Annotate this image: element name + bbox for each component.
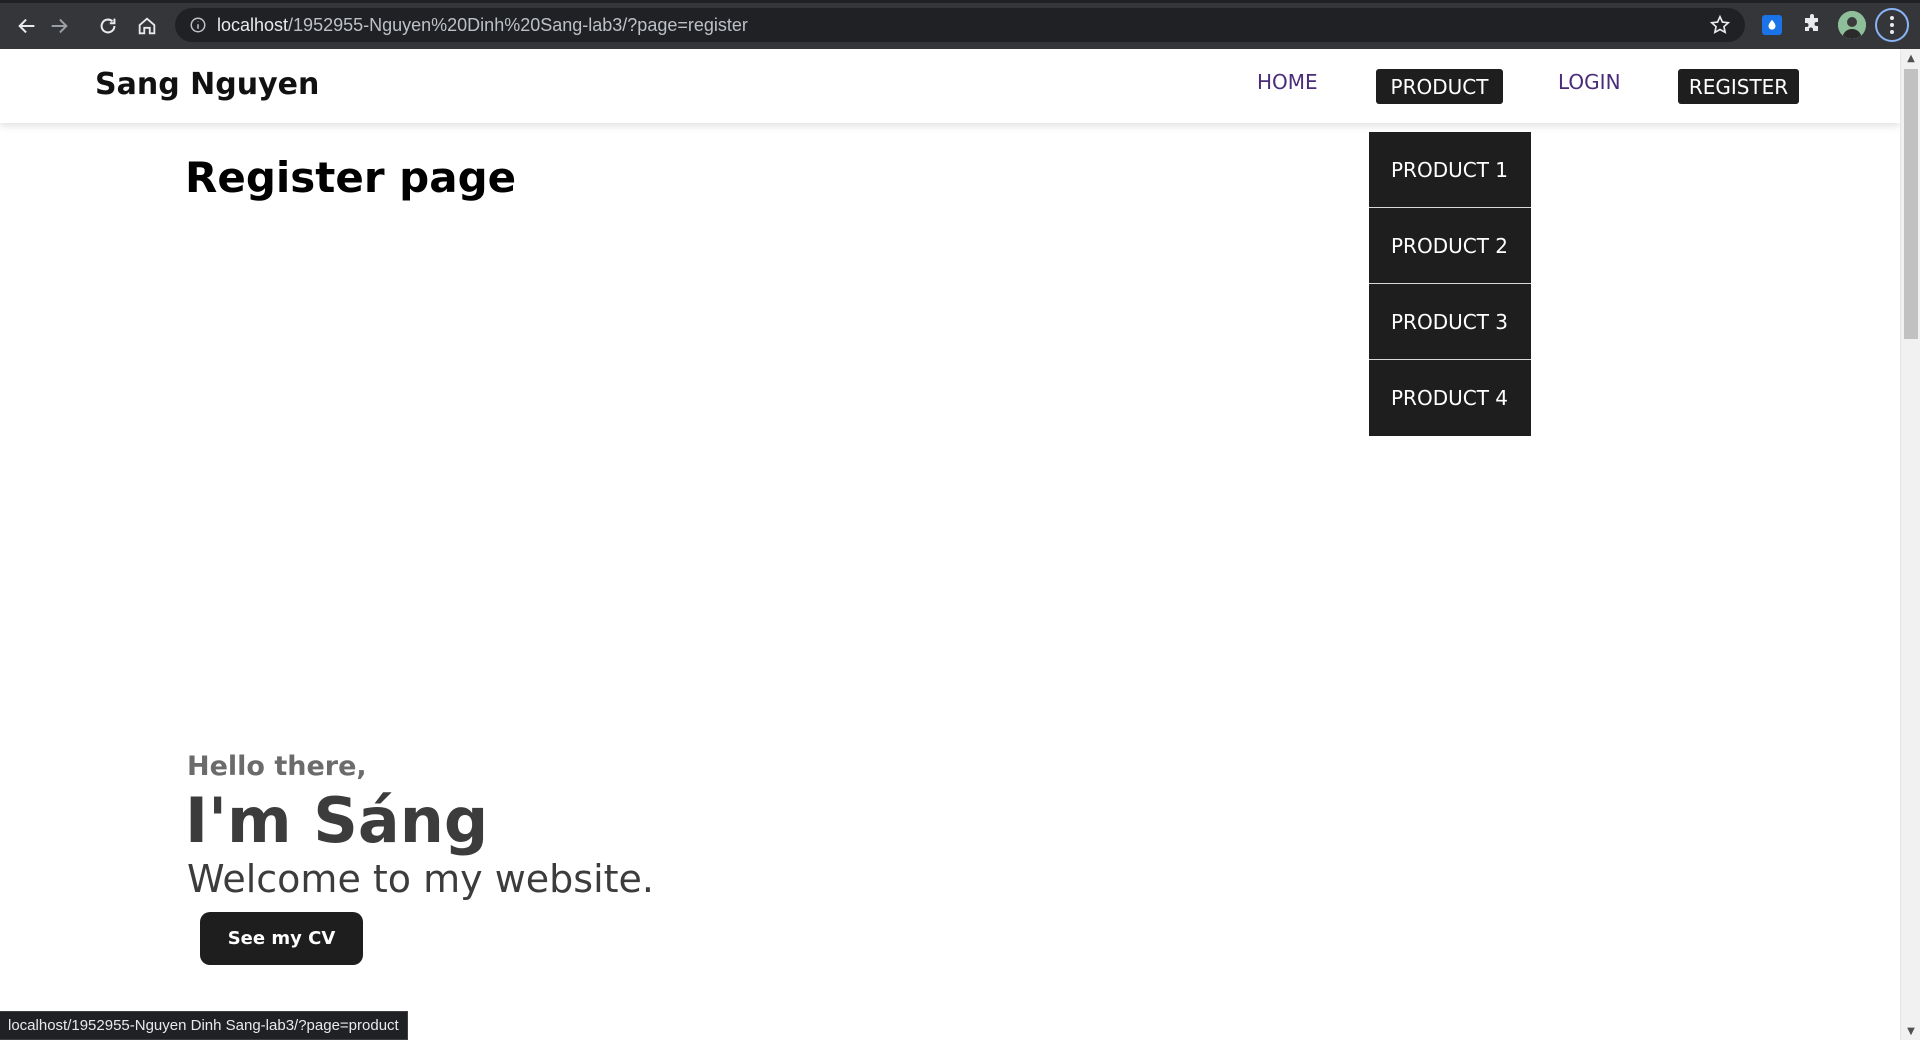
nav-product[interactable]: PRODUCT [1376,69,1503,104]
hero-welcome: Welcome to my website. [187,857,655,901]
home-button[interactable] [133,12,161,40]
site-header: Sang Nguyen HOME PRODUCT LOGIN REGISTER [0,49,1900,123]
kebab-menu-icon[interactable] [1875,8,1909,42]
page-scrollbar[interactable]: ▲ ▼ [1900,49,1920,1040]
status-url-bubble: localhost/1952955-Nguyen Dinh Sang-lab3/… [0,1011,408,1040]
product-dropdown: PRODUCT 1 PRODUCT 2 PRODUCT 3 PRODUCT 4 [1369,132,1531,436]
browser-toolbar: localhost/1952955-Nguyen%20Dinh%20Sang-l… [0,0,1920,49]
url-host: localhost [217,15,289,35]
arrow-left-icon [18,18,35,34]
web-page: Sang Nguyen HOME PRODUCT LOGIN REGISTER … [0,49,1900,1040]
arrow-right-icon [51,18,68,34]
dropdown-item-product-4[interactable]: PRODUCT 4 [1369,360,1531,436]
nav-home[interactable]: HOME [1257,70,1318,94]
profile-avatar[interactable] [1838,11,1866,39]
scrollbar-thumb[interactable] [1904,69,1918,339]
hero-greeting: Hello there, [187,751,367,782]
url-text[interactable]: localhost/1952955-Nguyen%20Dinh%20Sang-l… [217,15,748,36]
dropdown-item-product-2[interactable]: PRODUCT 2 [1369,208,1531,284]
reload-icon [100,18,116,34]
dropdown-item-product-1[interactable]: PRODUCT 1 [1369,132,1531,208]
reload-button[interactable] [94,12,122,40]
drop-icon[interactable] [1762,15,1782,35]
brand-logo[interactable]: Sang Nguyen [95,67,319,102]
nav-register[interactable]: REGISTER [1678,69,1799,104]
star-icon[interactable] [1709,14,1731,36]
nav-login[interactable]: LOGIN [1558,70,1621,94]
dropdown-item-product-3[interactable]: PRODUCT 3 [1369,284,1531,360]
back-button[interactable] [13,12,41,40]
scroll-down-icon[interactable]: ▼ [1901,1022,1920,1040]
home-icon [138,17,156,35]
url-path: /1952955-Nguyen%20Dinh%20Sang-lab3/?page… [288,15,748,35]
scroll-up-icon[interactable]: ▲ [1901,49,1920,67]
see-cv-button[interactable]: See my CV [200,912,363,965]
forward-button[interactable] [45,12,73,40]
page-title: Register page [185,153,517,202]
info-icon[interactable] [189,16,207,34]
hero-name: I'm Sáng [185,784,489,857]
puzzle-icon[interactable] [1800,13,1824,37]
address-bar[interactable]: localhost/1952955-Nguyen%20Dinh%20Sang-l… [175,8,1745,42]
tab-strip-edge [0,0,1920,3]
